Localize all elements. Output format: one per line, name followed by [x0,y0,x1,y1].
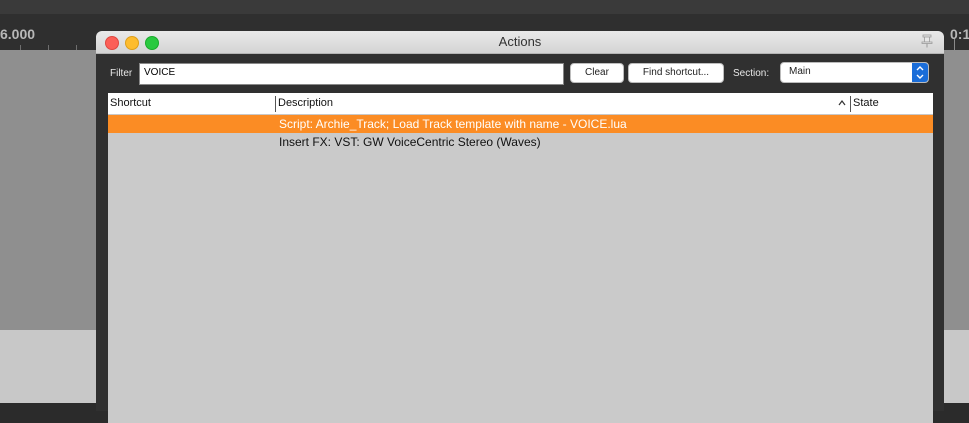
column-header-shortcut[interactable]: Shortcut [108,93,275,114]
actions-window: Actions Filter VOICE Clear Find shortcut… [96,31,944,423]
filter-input[interactable]: VOICE [139,63,564,85]
actions-table[interactable]: Shortcut Description State Script: Archi… [108,93,933,423]
clear-button[interactable]: Clear [570,63,624,83]
sort-ascending-icon [838,100,846,106]
ruler-label: 0:1 [950,26,969,42]
window-title: Actions [498,34,542,49]
row-description: Insert FX: VST: GW VoiceCentric Stereo (… [279,135,541,149]
section-select[interactable]: Main [780,62,929,83]
column-header-description[interactable]: Description [276,93,850,114]
section-value: Main [789,66,811,77]
top-strip [0,0,969,14]
ruler-label: 6.000 [0,26,36,42]
table-header: Shortcut Description State [108,93,933,115]
title-bar[interactable]: Actions [96,31,944,54]
section-label: Section: [733,68,770,79]
find-shortcut-button[interactable]: Find shortcut... [628,63,724,83]
row-description: Script: Archie_Track; Load Track templat… [279,117,627,131]
select-stepper-icon[interactable] [912,63,928,82]
table-row[interactable]: Insert FX: VST: GW VoiceCentric Stereo (… [108,133,933,151]
pin-icon[interactable] [920,34,934,48]
filter-label: Filter [110,68,133,79]
column-header-state[interactable]: State [851,93,933,114]
table-row[interactable]: Script: Archie_Track; Load Track templat… [108,115,933,133]
